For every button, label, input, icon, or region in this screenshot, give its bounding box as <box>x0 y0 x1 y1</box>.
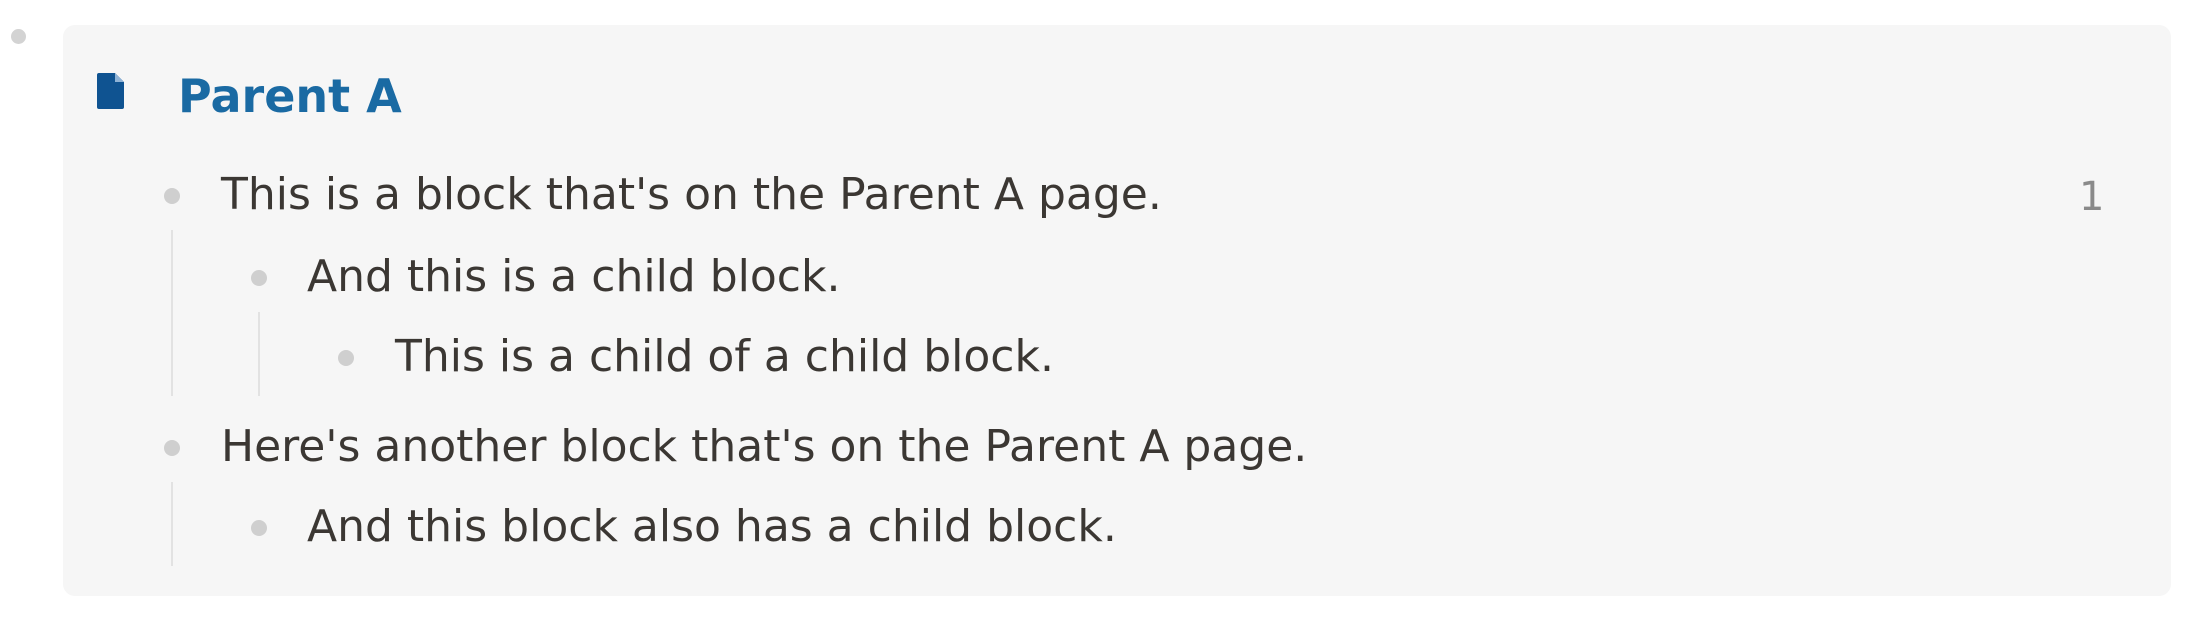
block-item: This is a block that's on the Parent A p… <box>0 163 2186 227</box>
block-item: Here's another block that's on the Paren… <box>0 415 2186 479</box>
block-text[interactable]: Here's another block that's on the Paren… <box>221 415 1307 479</box>
block-item: This is a child of a child block. <box>0 325 2186 389</box>
page-icon[interactable] <box>97 73 126 109</box>
outer-block-bullet[interactable] <box>11 29 26 44</box>
reference-count-badge[interactable]: 1 <box>2079 165 2104 229</box>
block-bullet[interactable] <box>251 270 267 286</box>
page-title-link[interactable]: Parent A <box>178 64 402 128</box>
block-text[interactable]: This is a block that's on the Parent A p… <box>221 163 1162 227</box>
block-text[interactable]: And this block also has a child block. <box>307 495 1117 559</box>
block-item: And this is a child block. <box>0 245 2186 309</box>
block-text[interactable]: And this is a child block. <box>307 245 840 309</box>
block-item: And this block also has a child block. <box>0 495 2186 559</box>
block-bullet[interactable] <box>251 520 267 536</box>
block-text[interactable]: This is a child of a child block. <box>395 325 1054 389</box>
block-bullet[interactable] <box>338 350 354 366</box>
block-bullet[interactable] <box>164 440 180 456</box>
block-bullet[interactable] <box>164 188 180 204</box>
